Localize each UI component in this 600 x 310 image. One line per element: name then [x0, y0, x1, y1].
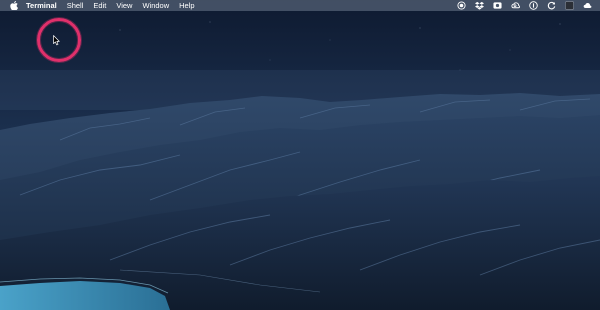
menu-view[interactable]: View [116, 0, 132, 11]
status-menu-extras [448, 0, 592, 11]
apple-logo-icon [9, 1, 18, 10]
record-icon[interactable] [457, 1, 466, 10]
apple-menu-button[interactable] [9, 0, 18, 11]
desktop-wallpaper [0, 0, 600, 310]
app-square-icon[interactable] [565, 1, 574, 10]
menu-shell[interactable]: Shell [67, 0, 84, 11]
creative-cloud-icon[interactable] [511, 1, 520, 10]
dropbox-icon[interactable] [475, 1, 484, 10]
menu-help[interactable]: Help [179, 0, 194, 11]
sync-icon[interactable] [547, 1, 556, 10]
menu-app-terminal[interactable]: Terminal [26, 0, 57, 11]
cloud-icon[interactable] [583, 1, 592, 10]
mouse-pointer-icon [53, 35, 60, 46]
1password-icon[interactable] [529, 1, 538, 10]
menu-window[interactable]: Window [142, 0, 169, 11]
menu-edit[interactable]: Edit [93, 0, 106, 11]
screen-record-icon[interactable] [493, 1, 502, 10]
desktop[interactable]: Terminal Shell Edit View Window Help [0, 0, 600, 310]
menu-bar: Terminal Shell Edit View Window Help [0, 0, 600, 11]
